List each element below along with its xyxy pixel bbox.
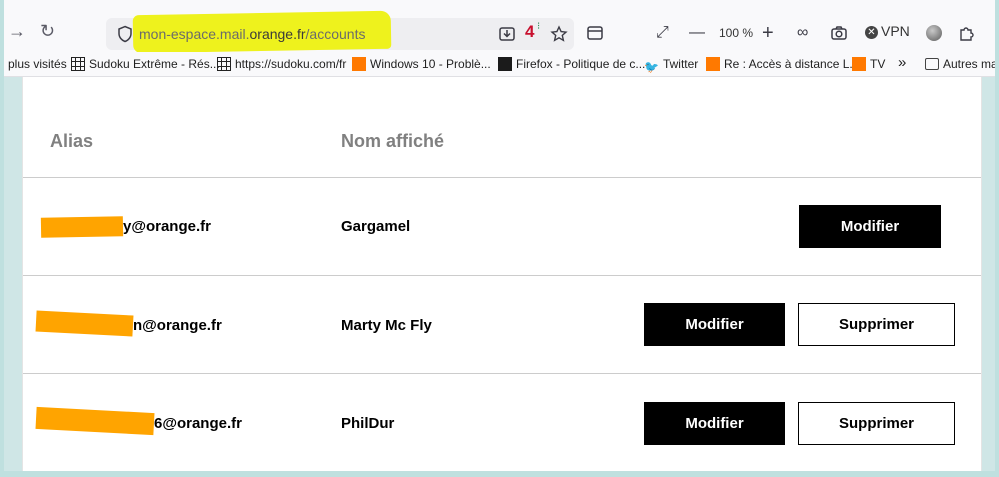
header-alias: Alias <box>50 131 94 151</box>
orange-logo-icon <box>852 57 866 71</box>
alias-value: 6@orange.fr <box>154 415 242 432</box>
bookmark-windows-10[interactable]: Windows 10 - Problè... <box>352 57 491 71</box>
redaction-mark <box>35 406 155 436</box>
bookmark-star-icon[interactable] <box>550 25 568 43</box>
row-divider <box>23 373 981 374</box>
delete-button[interactable]: Supprimer <box>798 303 955 346</box>
grid-icon <box>217 57 231 71</box>
accounts-table: Alias Nom affiché y@orange.fr Gargamel M… <box>22 77 982 471</box>
account-avatar[interactable] <box>926 25 942 41</box>
bookmark-most-visited[interactable]: plus visités <box>8 57 67 71</box>
vpn-label: VPN <box>881 23 910 39</box>
bookmark-twitter[interactable]: 🐦 Twitter <box>644 57 698 74</box>
modify-button[interactable]: Modifier <box>799 205 941 248</box>
bookmark-sudoku-extreme[interactable]: Sudoku Extrême - Rés... <box>71 57 220 71</box>
url-path: /accounts <box>305 26 366 42</box>
zoom-level[interactable]: 100 % <box>719 26 753 40</box>
browser-toolbar: → ↻ mon-espace.mail.orange.fr/accounts 4… <box>0 0 999 54</box>
zoom-out-icon[interactable]: — <box>689 24 705 42</box>
fullscreen-icon[interactable]: ⤢ <box>656 24 669 42</box>
display-name-value: Marty Mc Fly <box>341 317 432 334</box>
zoom-in-icon[interactable]: + <box>762 23 774 43</box>
header-display-name: Nom affiché <box>341 131 445 151</box>
private-mask-icon[interactable]: ∞ <box>797 24 808 42</box>
reader-view-icon[interactable] <box>586 24 604 42</box>
display-name-value: Gargamel <box>341 218 411 235</box>
bookmarks-bar: plus visités Sudoku Extrême - Rés... htt… <box>0 52 999 77</box>
url-host: mon-espace.mail. <box>139 26 250 42</box>
redaction-mark <box>35 310 134 337</box>
modify-button[interactable]: Modifier <box>644 303 785 346</box>
display-name-value: PhilDur <box>341 415 395 432</box>
bookmark-remote-access[interactable]: Re : Accès à distance L... <box>706 57 859 71</box>
vpn-button[interactable]: ✕ VPN <box>865 23 910 39</box>
modify-button[interactable]: Modifier <box>644 402 785 445</box>
orange-logo-icon <box>706 57 720 71</box>
terminal-icon <box>498 57 512 71</box>
row-divider <box>23 177 981 178</box>
camera-icon[interactable] <box>830 24 848 42</box>
orange-logo-icon <box>352 57 366 71</box>
alias-value: n@orange.fr <box>133 317 222 334</box>
url-bar[interactable]: mon-espace.mail.orange.fr/accounts 4 ⁝ <box>106 10 574 54</box>
download-page-icon[interactable] <box>498 25 516 43</box>
shield-icon[interactable] <box>116 25 134 43</box>
extensions-puzzle-icon[interactable] <box>958 24 976 42</box>
bookmark-tv[interactable]: TV <box>852 57 885 71</box>
extension-dots-icon: ⁝ <box>537 21 541 32</box>
forward-arrow-icon[interactable]: → <box>8 22 26 40</box>
redaction-mark <box>40 216 124 238</box>
folder-icon <box>925 58 939 70</box>
vpn-close-icon: ✕ <box>865 26 878 39</box>
twitter-bird-icon: 🐦 <box>644 60 659 74</box>
row-divider <box>23 275 981 276</box>
chevron-more-icon[interactable]: » <box>898 54 906 71</box>
bookmark-other-folder[interactable]: Autres ma <box>925 57 998 71</box>
bookmark-sudoku-com[interactable]: https://sudoku.com/fr <box>217 57 346 71</box>
url-domain: orange.fr <box>249 26 306 42</box>
alias-value: y@orange.fr <box>123 218 211 235</box>
url-text[interactable]: mon-espace.mail.orange.fr/accounts <box>139 26 365 42</box>
bookmark-firefox-policy[interactable]: Firefox - Politique de c... <box>498 57 645 71</box>
grid-icon <box>71 57 85 71</box>
delete-button[interactable]: Supprimer <box>798 402 955 445</box>
reload-icon[interactable]: ↻ <box>40 22 55 40</box>
